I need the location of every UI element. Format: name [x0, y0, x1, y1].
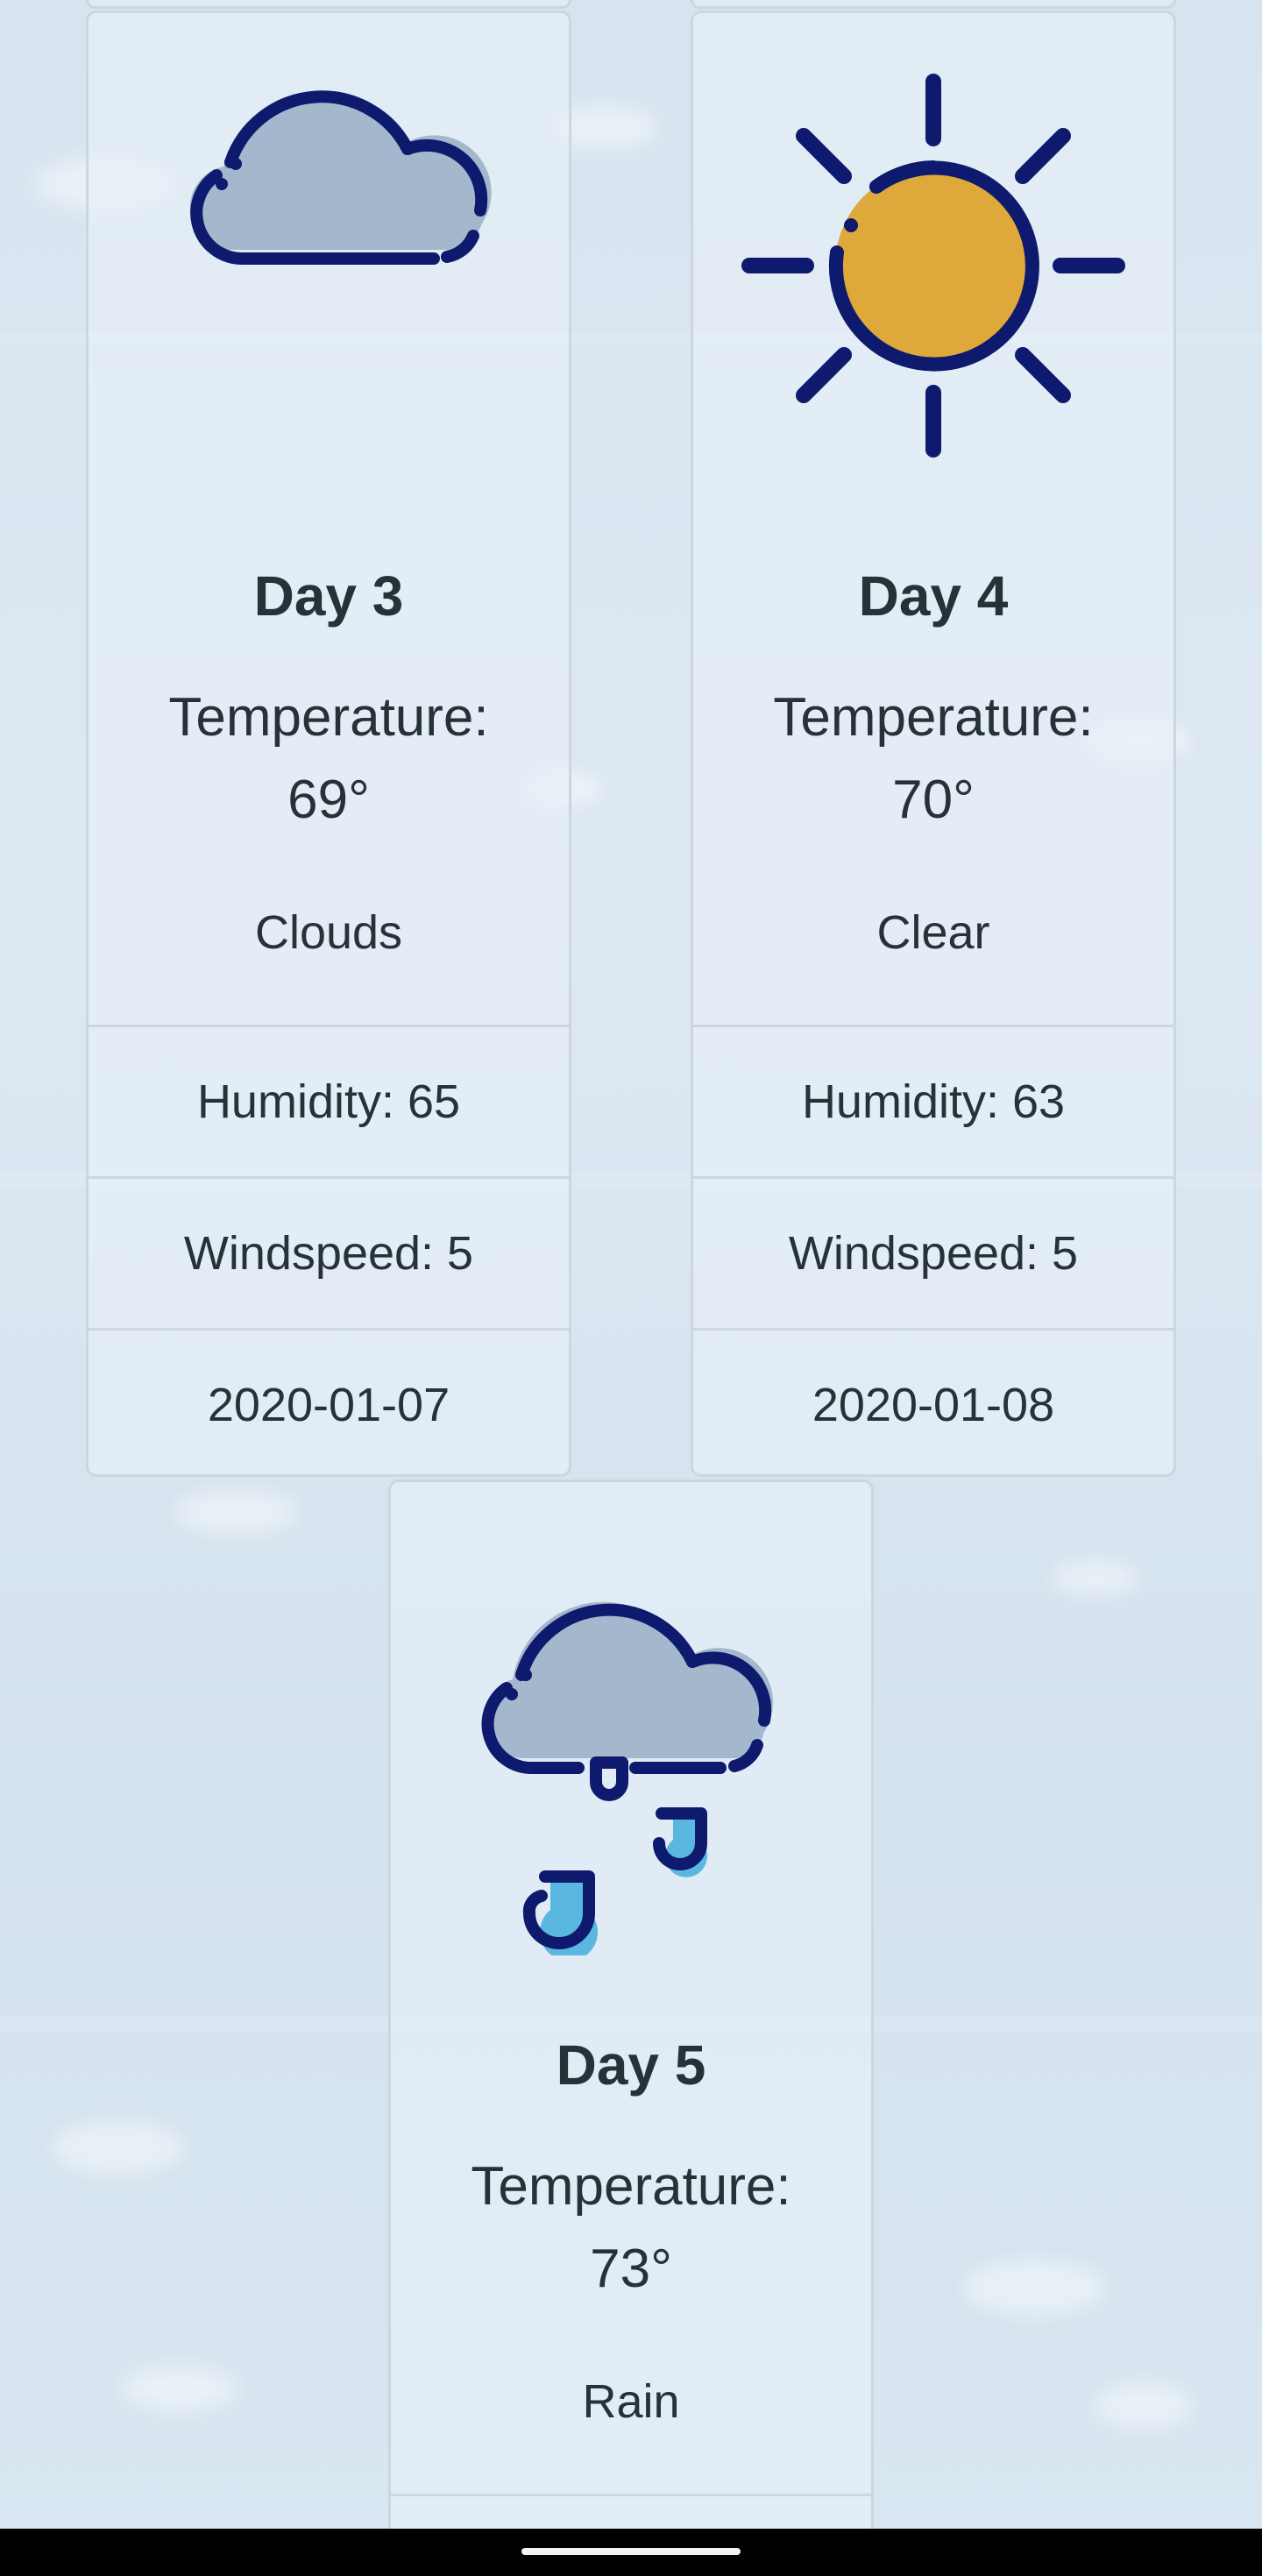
forecast-card-day-3: Day 3 Temperature: 69° Clouds Humidity: … [86, 11, 571, 1477]
system-navigation-bar [0, 2529, 1262, 2576]
home-gesture-handle[interactable] [521, 2548, 741, 2555]
date-value: 2020-01-07 [207, 1379, 450, 1431]
temperature-value: 73° [590, 2239, 672, 2299]
temperature-value: 70° [892, 770, 975, 830]
sun-icon [693, 64, 1173, 520]
humidity-value: Humidity: 65 [196, 1075, 461, 1128]
windspeed-row: Windspeed: 5 [693, 1176, 1173, 1328]
temperature-value: 69° [287, 770, 370, 830]
day-label: Day 5 [556, 2033, 706, 2097]
previous-card-edge [691, 0, 1176, 9]
previous-card-edge [86, 0, 571, 9]
card-main: Day 4 Temperature: 70° Clear [693, 13, 1173, 1025]
cloud-icon [89, 48, 569, 504]
date-row: 2020-01-08 [693, 1328, 1173, 1474]
windspeed-row: Windspeed: 5 [89, 1176, 569, 1328]
condition-label: Rain [582, 2375, 680, 2428]
day-label: Day 4 [858, 564, 1009, 628]
windspeed-value: Windspeed: 5 [183, 1227, 474, 1280]
card-main: Day 5 Temperature: 73° Rain [391, 1482, 871, 2494]
date-row: 2020-01-07 [89, 1328, 569, 1474]
day-label: Day 3 [253, 564, 404, 628]
card-main: Day 3 Temperature: 69° Clouds [89, 13, 569, 1025]
forecast-card-day-4: Day 4 Temperature: 70° Clear Humidity: 6… [691, 11, 1176, 1477]
humidity-value: Humidity: 63 [801, 1075, 1066, 1128]
temperature-label: Temperature: [168, 687, 489, 748]
windspeed-value: Windspeed: 5 [788, 1227, 1079, 1280]
forecast-card-day-5: Day 5 Temperature: 73° Rain [388, 1480, 874, 2575]
condition-label: Clear [876, 906, 990, 959]
temperature-label: Temperature: [471, 2156, 791, 2217]
condition-label: Clouds [254, 906, 403, 959]
humidity-row: Humidity: 63 [693, 1025, 1173, 1176]
rain-cloud-icon [391, 1552, 871, 2008]
temperature-label: Temperature: [773, 687, 1094, 748]
date-value: 2020-01-08 [812, 1379, 1055, 1431]
humidity-row: Humidity: 65 [89, 1025, 569, 1176]
